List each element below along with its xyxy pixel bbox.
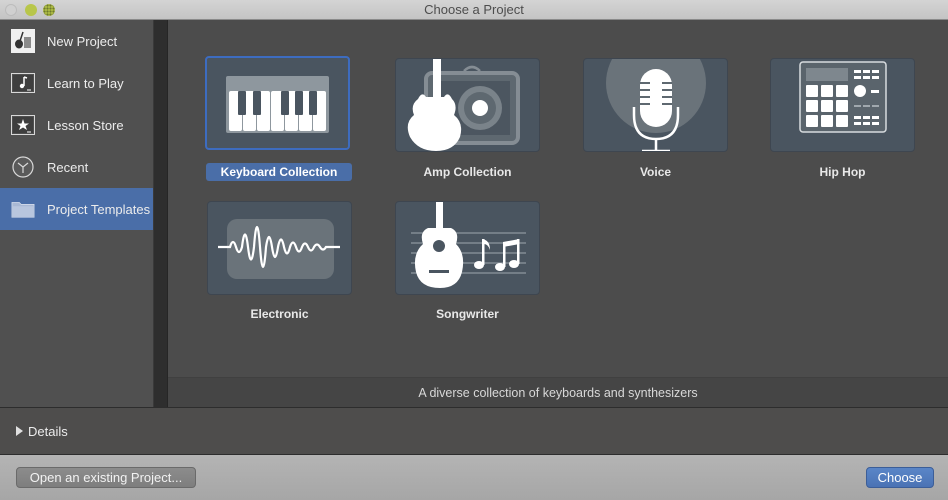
guitar-amp-icon [407,59,520,151]
drum-machine-icon [799,61,887,133]
sidebar-item-project-templates[interactable]: Project Templates [0,188,153,230]
sidebar-item-label: Recent [47,159,89,175]
sidebar-item-lesson-store[interactable]: Lesson Store [0,104,153,146]
waveform-icon [218,219,340,279]
sidebar-item-label: Learn to Play [47,75,124,91]
choose-project-window: Choose a Project New Project Learn to Pl… [0,0,948,500]
sidebar-splitter[interactable] [153,20,168,407]
disclosure-triangle-icon[interactable] [16,426,23,436]
lesson-store-icon [11,113,35,137]
acoustic-guitar-notes-icon [411,202,526,288]
sidebar-item-label: Lesson Store [47,117,124,133]
folder-icon [11,197,35,221]
open-existing-project-button[interactable]: Open an existing Project... [16,467,196,488]
template-tile-amp-collection[interactable] [395,58,540,152]
clock-icon [11,155,35,179]
zoom-window-button[interactable] [43,4,55,16]
template-grid: Keyboard Collection Amp Collection Voice… [168,20,948,377]
sidebar-item-new-project[interactable]: New Project [0,20,153,62]
sidebar-item-label: Project Templates [47,201,151,217]
title-bar: Choose a Project [0,0,948,20]
close-window-button[interactable] [5,4,17,16]
template-label[interactable]: Hip Hop [770,163,915,181]
template-label[interactable]: Amp Collection [395,163,540,181]
template-label[interactable]: Keyboard Collection [206,163,352,181]
sidebar: New Project Learn to Play Lesson Store R… [0,20,153,407]
template-label[interactable]: Electronic [207,305,352,323]
sidebar-item-label: New Project [47,33,118,49]
template-tile-electronic[interactable] [207,201,352,295]
new-project-icon [11,29,35,53]
template-tile-songwriter[interactable] [395,201,540,295]
minimize-window-button[interactable] [25,4,37,16]
details-label[interactable]: Details [28,424,68,439]
template-tile-hip-hop[interactable] [770,58,915,152]
template-label[interactable]: Voice [583,163,728,181]
template-description-bar: A diverse collection of keyboards and sy… [168,377,948,407]
template-tile-keyboard-collection[interactable] [205,56,350,150]
template-description: A diverse collection of keyboards and sy… [418,386,698,400]
template-label[interactable]: Songwriter [395,305,540,323]
template-tile-voice[interactable] [583,58,728,152]
window-title: Choose a Project [424,2,524,17]
bottom-bar: Open an existing Project... Choose [0,455,948,500]
sidebar-item-learn-to-play[interactable]: Learn to Play [0,62,153,104]
keyboard-icon [226,76,329,133]
choose-button[interactable]: Choose [866,467,934,488]
sidebar-item-recent[interactable]: Recent [0,146,153,188]
microphone-icon [606,59,706,151]
details-disclosure[interactable]: Details [0,407,948,455]
learn-to-play-icon [11,71,35,95]
